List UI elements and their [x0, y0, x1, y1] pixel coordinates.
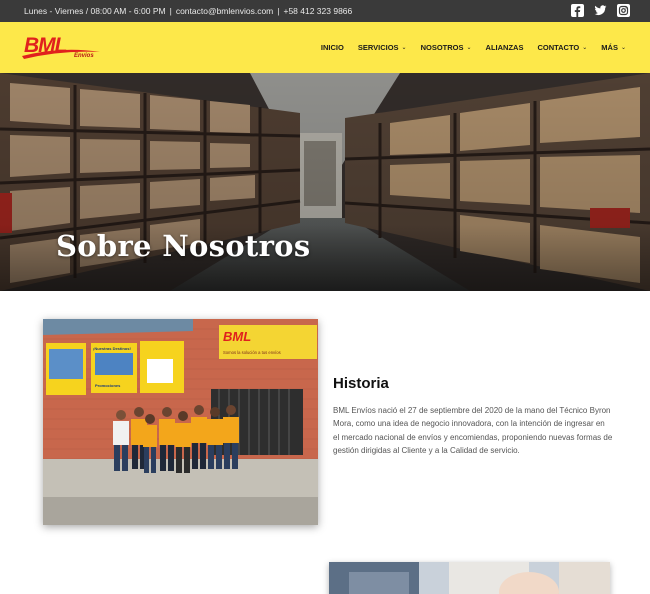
chevron-down-icon: ⌄: [401, 45, 407, 51]
storefront-image: BML Somos la solución a tus envíos ¡Nues…: [43, 319, 318, 525]
nav-item-inicio[interactable]: INICIO: [321, 43, 344, 52]
contact-info: Lunes - Viernes / 08:00 AM - 6:00 PM | con…: [24, 6, 352, 16]
nav-item-servicios[interactable]: SERVICIOS ⌄: [358, 43, 407, 52]
main-nav: INICIO SERVICIOS ⌄ NOSOTROS ⌄ ALIANZAS CON…: [321, 43, 626, 52]
nav-item-nosotros[interactable]: NOSOTROS ⌄: [421, 43, 472, 52]
bml-logo[interactable]: BML Envios: [22, 34, 102, 62]
sign-slogan: Somos la solución a tus envíos: [223, 350, 281, 355]
hero-banner: Sobre Nosotros: [0, 73, 650, 291]
office-photo: [329, 562, 610, 594]
team-photo: BML Somos la solución a tus envíos ¡Nues…: [43, 319, 318, 525]
logo-text: BML: [24, 34, 67, 57]
chevron-down-icon: ⌄: [582, 45, 588, 51]
nav-item-alianzas[interactable]: ALIANZAS: [486, 43, 524, 52]
site-header: BML Envios INICIO SERVICIOS ⌄ NOSOTROS ⌄ A…: [0, 22, 650, 73]
nav-label: NOSOTROS: [420, 43, 464, 52]
separator: |: [277, 6, 280, 16]
section-title-historia: Historia: [333, 375, 389, 392]
chevron-down-icon: ⌄: [466, 45, 472, 51]
chevron-down-icon: ⌄: [620, 45, 626, 51]
nav-label: MÁS: [601, 43, 618, 52]
sign-banner-promociones: Promociones: [95, 383, 121, 388]
historia-paragraph: BML Envíos nació el 27 de septiembre del…: [333, 406, 613, 456]
facebook-square-icon[interactable]: [571, 4, 584, 17]
top-bar: Lunes - Viernes / 08:00 AM - 6:00 PM | con…: [0, 0, 650, 22]
page-title: Sobre Nosotros: [56, 229, 311, 263]
logo-subtext: Envios: [74, 53, 94, 59]
contact-email[interactable]: contacto@bmlenvios.com: [176, 6, 273, 16]
nav-item-contacto[interactable]: CONTACTO ⌄: [537, 43, 587, 52]
sign-banner-destinos: ¡Nuestras Destinos!: [93, 346, 131, 351]
nav-label: SERVICIOS: [357, 43, 399, 52]
nav-label: INICIO: [320, 43, 344, 52]
nav-label: CONTACTO: [537, 43, 580, 52]
nav-item-mas[interactable]: MÁS ⌄: [601, 43, 626, 52]
instagram-icon[interactable]: [617, 4, 630, 17]
sign-brand: BML: [223, 329, 251, 344]
office-image: [329, 562, 610, 594]
contact-phone[interactable]: +58 412 323 9866: [283, 6, 352, 16]
social-links: [571, 4, 630, 17]
twitter-icon[interactable]: [594, 4, 607, 17]
nav-label: ALIANZAS: [485, 43, 524, 52]
business-hours: Lunes - Viernes / 08:00 AM - 6:00 PM: [24, 6, 166, 16]
separator: |: [169, 6, 172, 16]
